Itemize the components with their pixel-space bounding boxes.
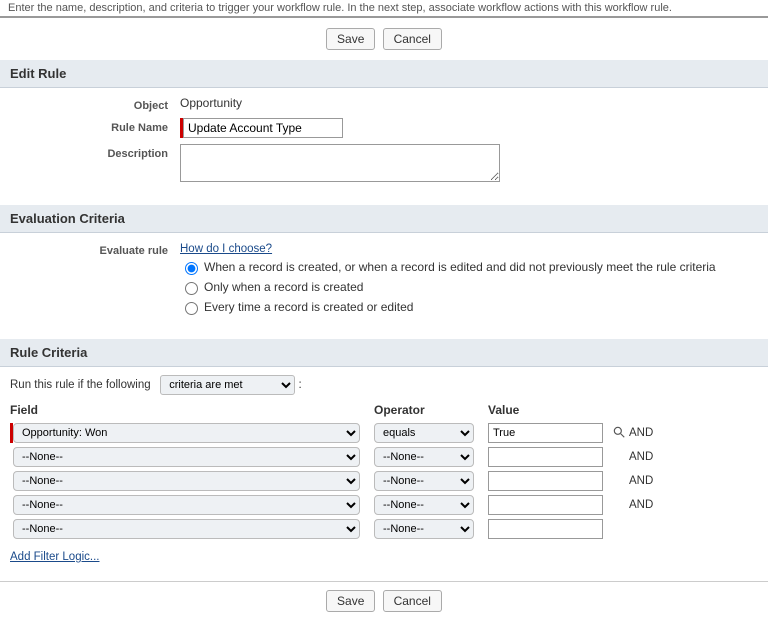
criteria-header-field: Field — [10, 403, 360, 417]
criteria-value-input[interactable] — [488, 423, 603, 443]
top-button-row: Save Cancel — [0, 24, 768, 60]
criteria-header-value: Value — [488, 403, 603, 417]
criteria-field-select[interactable]: --None-- — [13, 447, 360, 467]
criteria-value-input[interactable] — [488, 471, 603, 491]
cancel-button[interactable]: Cancel — [383, 28, 442, 50]
criteria-operator-select[interactable]: --None-- — [374, 519, 474, 539]
criteria-field-select[interactable]: --None-- — [13, 519, 360, 539]
criteria-colon: : — [298, 379, 301, 391]
criteria-join-text: AND — [629, 499, 669, 511]
section-edit-rule: Edit Rule — [0, 60, 768, 88]
eval-radio-label: Every time a record is created or edited — [204, 300, 413, 314]
eval-radio-every-time[interactable] — [185, 302, 198, 315]
criteria-header-operator: Operator — [374, 403, 474, 417]
eval-radio-label: Only when a record is created — [204, 280, 363, 294]
eval-radio-label: When a record is created, or when a reco… — [204, 260, 716, 274]
section-rule-criteria: Rule Criteria — [0, 339, 768, 367]
bottom-divider — [0, 581, 768, 582]
criteria-field-select[interactable]: --None-- — [13, 495, 360, 515]
criteria-table: Field Operator Value Opportunity: Won equ… — [0, 403, 768, 539]
criteria-mode-select[interactable]: criteria are met — [160, 375, 295, 395]
criteria-operator-select[interactable]: --None-- — [374, 495, 474, 515]
save-button[interactable]: Save — [326, 28, 375, 50]
criteria-join-text: AND — [629, 475, 669, 487]
cancel-button[interactable]: Cancel — [383, 590, 442, 612]
section-evaluation-criteria: Evaluation Criteria — [0, 205, 768, 233]
description-input[interactable] — [180, 144, 500, 182]
page-help-text: Enter the name, description, and criteri… — [0, 0, 768, 14]
criteria-operator-select[interactable]: equals — [374, 423, 474, 443]
criteria-operator-select[interactable]: --None-- — [374, 447, 474, 467]
object-value: Opportunity — [180, 96, 758, 112]
criteria-value-input[interactable] — [488, 495, 603, 515]
criteria-row: Opportunity: Won equals AND — [10, 423, 758, 443]
criteria-row: --None-- --None-- — [10, 519, 758, 539]
criteria-row: --None-- --None-- AND — [10, 471, 758, 491]
bottom-button-row: Save Cancel — [0, 586, 768, 622]
eval-radio-created-or-edited-not-met[interactable] — [185, 262, 198, 275]
criteria-join-text: AND — [629, 427, 669, 439]
top-divider — [0, 16, 768, 18]
criteria-field-select[interactable]: --None-- — [13, 471, 360, 491]
criteria-operator-select[interactable]: --None-- — [374, 471, 474, 491]
add-filter-logic-link[interactable]: Add Filter Logic... — [10, 551, 99, 563]
criteria-intro-text: Run this rule if the following — [10, 379, 151, 391]
criteria-value-input[interactable] — [488, 447, 603, 467]
eval-radio-only-created[interactable] — [185, 282, 198, 295]
save-button[interactable]: Save — [326, 590, 375, 612]
evaluate-rule-label: Evaluate rule — [10, 241, 180, 319]
how-do-i-choose-link[interactable]: How do I choose? — [180, 243, 272, 255]
criteria-join-text: AND — [629, 451, 669, 463]
criteria-value-input[interactable] — [488, 519, 603, 539]
description-label: Description — [10, 144, 180, 185]
rule-name-input[interactable] — [183, 118, 343, 138]
criteria-row: --None-- --None-- AND — [10, 495, 758, 515]
lookup-icon[interactable] — [609, 425, 629, 442]
rule-name-label: Rule Name — [10, 118, 180, 138]
criteria-row: --None-- --None-- AND — [10, 447, 758, 467]
criteria-field-select[interactable]: Opportunity: Won — [13, 423, 360, 443]
object-label: Object — [10, 96, 180, 112]
